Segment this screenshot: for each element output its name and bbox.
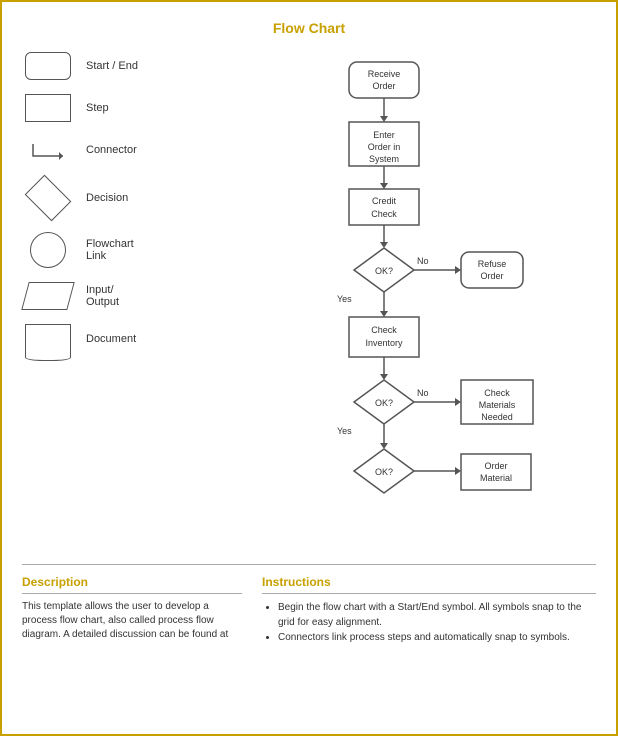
- shape-container-parallelogram: [22, 282, 74, 310]
- description-text: This template allows the user to develop…: [22, 600, 242, 642]
- legend-item-start-end: Start / End: [22, 52, 222, 80]
- svg-text:Credit: Credit: [372, 196, 397, 206]
- svg-text:No: No: [417, 388, 429, 398]
- instructions-list: Begin the flow chart with a Start/End sy…: [262, 600, 596, 645]
- svg-text:Refuse: Refuse: [478, 259, 507, 269]
- description-heading: Description: [22, 575, 242, 594]
- svg-text:OK?: OK?: [375, 398, 393, 408]
- flowchart-svg: Receive Order Enter Order in System Cred…: [222, 52, 596, 552]
- shape-container-circle: [22, 232, 74, 268]
- svg-text:Enter: Enter: [373, 130, 395, 140]
- shape-rounded-rect: [25, 52, 71, 80]
- svg-text:Order: Order: [372, 81, 395, 91]
- svg-text:OK?: OK?: [375, 266, 393, 276]
- page-title: Flow Chart: [22, 20, 596, 36]
- main-content: Start / End Step Connector: [22, 52, 596, 552]
- bottom-section: Description This template allows the use…: [22, 564, 596, 645]
- svg-text:Check: Check: [371, 209, 397, 219]
- svg-text:Order: Order: [480, 271, 503, 281]
- shape-document: [25, 324, 71, 354]
- shape-diamond: [25, 175, 72, 222]
- shape-container-document: [22, 324, 74, 354]
- svg-text:OK?: OK?: [375, 467, 393, 477]
- shape-container-connector: [22, 136, 74, 164]
- svg-text:Receive: Receive: [368, 69, 401, 79]
- svg-text:Check: Check: [484, 388, 510, 398]
- legend-item-document: Document: [22, 324, 222, 354]
- svg-text:Yes: Yes: [337, 294, 352, 304]
- connector-svg: [25, 136, 71, 164]
- description-section: Description This template allows the use…: [22, 575, 242, 645]
- legend-item-decision: Decision: [22, 178, 222, 218]
- legend-label-decision: Decision: [86, 192, 128, 204]
- legend-label-input-output: Input/Output: [86, 284, 119, 308]
- instructions-heading: Instructions: [262, 575, 596, 594]
- legend-item-step: Step: [22, 94, 222, 122]
- svg-text:No: No: [417, 256, 429, 266]
- instruction-item-1: Begin the flow chart with a Start/End sy…: [278, 600, 596, 630]
- shape-container-decision: [22, 178, 74, 218]
- legend-item-connector: Connector: [22, 136, 222, 164]
- shape-circle: [30, 232, 66, 268]
- svg-text:Yes: Yes: [337, 426, 352, 436]
- svg-text:Inventory: Inventory: [365, 338, 403, 348]
- page: Flow Chart Start / End Step: [0, 0, 618, 736]
- shape-container-start-end: [22, 52, 74, 80]
- svg-text:Materials: Materials: [479, 400, 516, 410]
- svg-text:Needed: Needed: [481, 412, 513, 422]
- instructions-section: Instructions Begin the flow chart with a…: [262, 575, 596, 645]
- svg-text:Material: Material: [480, 473, 512, 483]
- legend-item-input-output: Input/Output: [22, 282, 222, 310]
- legend-label-step: Step: [86, 102, 109, 114]
- shape-container-step: [22, 94, 74, 122]
- svg-text:System: System: [369, 154, 399, 164]
- legend-item-flowchart-link: FlowchartLink: [22, 232, 222, 268]
- shape-parallelogram: [21, 282, 75, 310]
- legend-label-flowchart-link: FlowchartLink: [86, 238, 134, 262]
- svg-text:Order in: Order in: [368, 142, 401, 152]
- legend-label-start-end: Start / End: [86, 60, 138, 72]
- shape-rect: [25, 94, 71, 122]
- instruction-item-2: Connectors link process steps and automa…: [278, 630, 596, 645]
- svg-text:Check: Check: [371, 325, 397, 335]
- flowchart: Receive Order Enter Order in System Cred…: [222, 52, 596, 552]
- legend-label-connector: Connector: [86, 144, 137, 156]
- svg-text:Order: Order: [484, 461, 507, 471]
- legend: Start / End Step Connector: [22, 52, 222, 552]
- legend-label-document: Document: [86, 333, 136, 345]
